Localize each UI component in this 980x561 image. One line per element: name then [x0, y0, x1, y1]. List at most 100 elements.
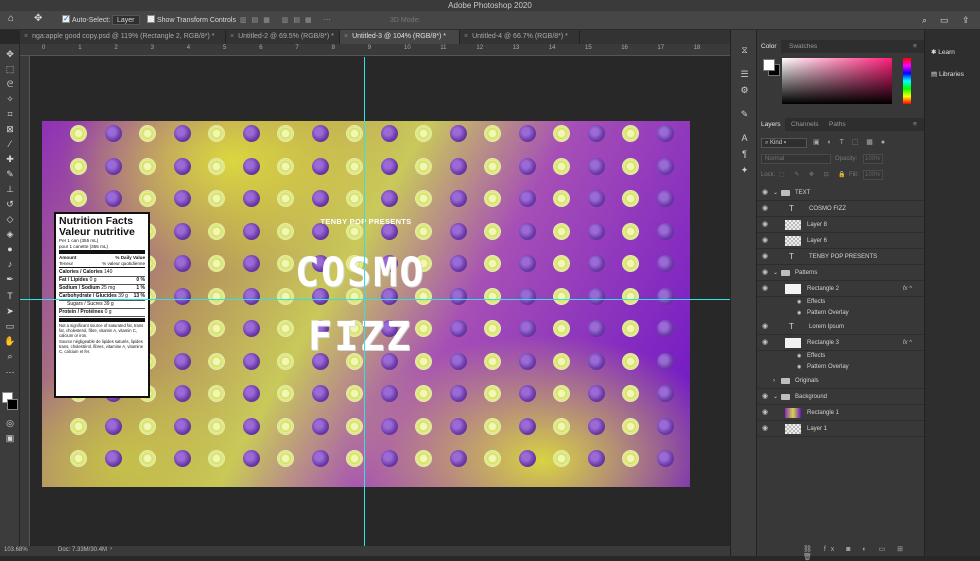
fill-input[interactable]: 100% [863, 170, 883, 180]
visibility-eye-icon[interactable]: ◉ [762, 405, 768, 421]
close-icon[interactable]: × [344, 33, 348, 40]
align-icons[interactable]: ▥▤▦ ▥▤▦ ⋯ [240, 15, 336, 26]
screen-mode-icon[interactable]: ▣ [4, 432, 16, 444]
effect-eye-icon[interactable]: ◉ [797, 351, 801, 362]
move-tool-icon[interactable]: ✥ [34, 13, 42, 24]
layer-effects-badge[interactable]: fx ^ [903, 335, 912, 351]
search-icon[interactable]: ⌕ [922, 15, 927, 26]
lasso-tool-icon[interactable]: ᘓ [4, 78, 16, 90]
guide-horizontal[interactable] [20, 299, 730, 300]
filter-icons[interactable]: ▣ ◐ T ⬚ ▦ ● [813, 138, 888, 146]
visibility-eye-icon[interactable]: ◉ [762, 281, 768, 297]
stamp-tool-icon[interactable]: ⊥ [4, 183, 16, 195]
quick-mask-icon[interactable]: ◎ [4, 417, 16, 429]
effect-eye-icon[interactable]: ◉ [797, 308, 801, 319]
layer-row-background[interactable]: ◉ ⌄ Background [757, 389, 924, 405]
panel-menu-icon[interactable]: ≡ [909, 118, 921, 131]
move-tool-icon[interactable]: ✥ [4, 48, 16, 60]
visibility-eye-icon[interactable]: ◉ [762, 265, 768, 281]
layer-row-layer-1[interactable]: ◉ Layer 1 [757, 421, 924, 437]
marquee-tool-icon[interactable]: ⬚ [4, 63, 16, 75]
workspace-icon[interactable]: ▭ [940, 15, 949, 26]
healing-brush-icon[interactable]: ✚ [4, 153, 16, 165]
ruler-horizontal[interactable]: 0 1 2 3 4 5 6 7 8 9 10 11 12 13 14 15 16 17 18 [20, 44, 730, 56]
layer-row-cosmo-fizz[interactable]: ◉ T COSMO FIZZ [757, 201, 924, 217]
hand-tool-icon[interactable]: ✋ [4, 335, 16, 347]
layer-row-tenby-pop-presents[interactable]: ◉ T TENBY POP PRESENTS [757, 249, 924, 265]
properties-icon[interactable]: ⚙ [738, 84, 751, 97]
close-icon[interactable]: × [24, 33, 28, 40]
close-icon[interactable]: × [230, 33, 234, 40]
eraser-icon[interactable]: ◇ [4, 213, 16, 225]
dodge-tool-icon[interactable]: ♪ [4, 258, 16, 270]
tab-layers[interactable]: Layers [757, 118, 785, 131]
more-tools-icon[interactable]: ⋯ [4, 366, 16, 378]
blend-mode-dropdown[interactable]: Normal [761, 154, 831, 164]
opacity-input[interactable]: 100% [863, 154, 883, 164]
path-select-icon[interactable]: ➤ [4, 305, 16, 317]
layer-effects-badge[interactable]: fx ^ [903, 281, 912, 297]
eyedropper-icon[interactable]: ⁄ [4, 138, 16, 150]
chevron-icon[interactable]: ⌄ [773, 389, 778, 405]
guide-vertical[interactable] [364, 57, 365, 546]
layer-row-pattern-overlay[interactable]: ◉ Pattern Overlay [757, 362, 924, 373]
visibility-eye-icon[interactable]: ◉ [762, 233, 768, 249]
layer-row-layer-6[interactable]: ◉ Layer 6 [757, 233, 924, 249]
show-transform-checkbox[interactable]: Show Transform Controls [147, 15, 236, 26]
background-color-swatch[interactable] [7, 399, 18, 410]
layer-row-effects[interactable]: ◉ Effects [757, 297, 924, 308]
layer-row-lorem-ipsum[interactable]: ◉ T Lorem Ipsum [757, 319, 924, 335]
home-icon[interactable]: ⌂ [8, 13, 14, 24]
visibility-eye-icon[interactable]: ◉ [762, 421, 768, 437]
history-brush-icon[interactable]: ↺ [4, 198, 16, 210]
adjustments-icon[interactable]: ☰ [738, 68, 751, 81]
paragraph-icon[interactable]: ¶ [738, 148, 751, 161]
visibility-eye-icon[interactable]: ◉ [762, 335, 768, 351]
color-picker-field[interactable] [782, 58, 892, 104]
layer-row-rectangle-1[interactable]: ◉ Rectangle 1 [757, 405, 924, 421]
paint-bucket-icon[interactable]: ◈ [4, 228, 16, 240]
zoom-level[interactable]: 103.68% [4, 547, 28, 553]
chevron-right-icon[interactable]: › [110, 546, 112, 552]
crop-tool-icon[interactable]: ⌗ [4, 108, 16, 120]
doc-size[interactable]: Doc: 7.33M/30.4M [58, 547, 107, 553]
history-icon[interactable]: ⧖ [738, 44, 751, 57]
brush-settings-icon[interactable]: ✎ [738, 108, 751, 121]
tab-untitled-2[interactable]: × Untitled-2 @ 69.5% (RGB/8*) * [226, 30, 340, 44]
visibility-eye-icon[interactable]: ◉ [762, 249, 768, 265]
chevron-icon[interactable]: ⌄ [773, 265, 778, 281]
tab-apple-good-copy[interactable]: × nga:apple good copy.psd @ 119% (Rectang… [20, 30, 226, 44]
layer-row-text[interactable]: ◉ ⌄ TEXT [757, 185, 924, 201]
auto-select-dropdown[interactable]: Layer [112, 15, 140, 26]
tab-paths[interactable]: Paths [825, 118, 850, 131]
frame-tool-icon[interactable]: ⊠ [4, 123, 16, 135]
visibility-eye-icon[interactable]: ◉ [762, 389, 768, 405]
visibility-eye-icon[interactable]: ◉ [762, 217, 768, 233]
share-icon[interactable]: ⇪ [962, 15, 970, 26]
panel-menu-icon[interactable]: ≡ [909, 40, 921, 53]
visibility-eye-icon[interactable]: ◉ [762, 185, 768, 201]
ruler-vertical[interactable] [20, 56, 30, 546]
character-icon[interactable]: A [738, 132, 751, 145]
libraries-tab[interactable]: ▤ Libraries [931, 70, 964, 78]
effect-eye-icon[interactable]: ◉ [797, 362, 801, 373]
layer-row-originals[interactable]: › Originals [757, 373, 924, 389]
glyphs-icon[interactable]: ✦ [738, 164, 751, 177]
color-fg-swatch[interactable] [763, 59, 775, 71]
layer-row-layer-8[interactable]: ◉ Layer 8 [757, 217, 924, 233]
visibility-eye-icon[interactable]: ◉ [762, 319, 768, 335]
filter-kind-dropdown[interactable]: ⌕ Kind ▾ [761, 138, 807, 148]
brush-tool-icon[interactable]: ✎ [4, 168, 16, 180]
rectangle-tool-icon[interactable]: ▭ [4, 320, 16, 332]
layer-row-rectangle-3[interactable]: ◉ Rectangle 3 fx ^ [757, 335, 924, 351]
visibility-eye-icon[interactable]: ◉ [762, 201, 768, 217]
auto-select-checkbox[interactable]: Auto-Select: [62, 13, 110, 26]
magic-wand-icon[interactable]: ✧ [4, 93, 16, 105]
chevron-icon[interactable]: › [773, 373, 775, 389]
tab-untitled-3[interactable]: × Untitled-3 @ 104% (RGB/8*) * [340, 30, 460, 44]
layer-row-pattern-overlay[interactable]: ◉ Pattern Overlay [757, 308, 924, 319]
blur-tool-icon[interactable]: ● [4, 243, 16, 255]
tab-untitled-4[interactable]: × Untitled-4 @ 66.7% (RGB/8*) * [460, 30, 580, 44]
layers-footer-icons[interactable]: ⛓ fx ◙ ◐ ▭ ⊞ 🗑 [803, 545, 924, 561]
pen-tool-icon[interactable]: ✒ [4, 273, 16, 285]
